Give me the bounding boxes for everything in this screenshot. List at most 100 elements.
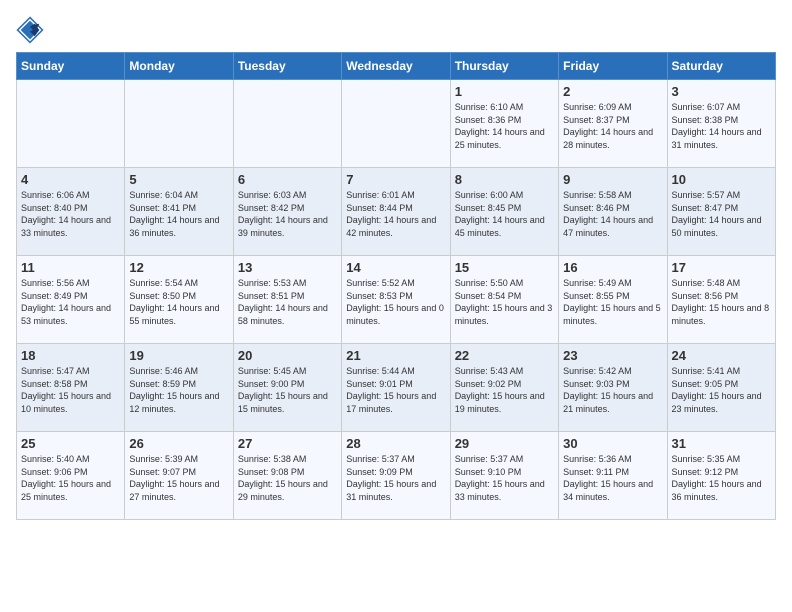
- day-info: Sunrise: 5:57 AM Sunset: 8:47 PM Dayligh…: [672, 189, 771, 239]
- day-info: Sunrise: 5:38 AM Sunset: 9:08 PM Dayligh…: [238, 453, 337, 503]
- day-info: Sunrise: 5:37 AM Sunset: 9:09 PM Dayligh…: [346, 453, 445, 503]
- day-number: 4: [21, 172, 120, 187]
- day-number: 26: [129, 436, 228, 451]
- calendar-cell: 17 Sunrise: 5:48 AM Sunset: 8:56 PM Dayli…: [667, 256, 775, 344]
- calendar-table: SundayMondayTuesdayWednesdayThursdayFrid…: [16, 52, 776, 520]
- day-info: Sunrise: 5:48 AM Sunset: 8:56 PM Dayligh…: [672, 277, 771, 327]
- calendar-container: SundayMondayTuesdayWednesdayThursdayFrid…: [0, 0, 792, 530]
- day-info: Sunrise: 5:39 AM Sunset: 9:07 PM Dayligh…: [129, 453, 228, 503]
- weekday-header-saturday: Saturday: [667, 53, 775, 80]
- weekday-header-wednesday: Wednesday: [342, 53, 450, 80]
- calendar-cell: 1Sunrise: 6:10 AM Sunset: 8:36 PM Daylig…: [450, 80, 558, 168]
- day-info: Sunrise: 5:42 AM Sunset: 9:03 PM Dayligh…: [563, 365, 662, 415]
- day-info: Sunrise: 5:47 AM Sunset: 8:58 PM Dayligh…: [21, 365, 120, 415]
- calendar-cell: 8 Sunrise: 6:00 AM Sunset: 8:45 PM Daylig…: [450, 168, 558, 256]
- calendar-cell: [125, 80, 233, 168]
- weekday-header-friday: Friday: [559, 53, 667, 80]
- weekday-row: SundayMondayTuesdayWednesdayThursdayFrid…: [17, 53, 776, 80]
- day-info: Sunrise: 5:37 AM Sunset: 9:10 PM Dayligh…: [455, 453, 554, 503]
- calendar-cell: 10 Sunrise: 5:57 AM Sunset: 8:47 PM Dayli…: [667, 168, 775, 256]
- calendar-cell: 27 Sunrise: 5:38 AM Sunset: 9:08 PM Dayli…: [233, 432, 341, 520]
- day-info: Sunrise: 5:46 AM Sunset: 8:59 PM Dayligh…: [129, 365, 228, 415]
- day-number: 7: [346, 172, 445, 187]
- calendar-cell: 31Sunrise: 5:35 AM Sunset: 9:12 PM Dayli…: [667, 432, 775, 520]
- day-number: 25: [21, 436, 120, 451]
- calendar-cell: 11 Sunrise: 5:56 AM Sunset: 8:49 PM Dayli…: [17, 256, 125, 344]
- day-number: 18: [21, 348, 120, 363]
- day-number: 29: [455, 436, 554, 451]
- day-number: 9: [563, 172, 662, 187]
- day-number: 28: [346, 436, 445, 451]
- day-info: Sunrise: 6:10 AM Sunset: 8:36 PM Dayligh…: [455, 101, 554, 151]
- calendar-cell: 30Sunrise: 5:36 AM Sunset: 9:11 PM Dayli…: [559, 432, 667, 520]
- day-number: 10: [672, 172, 771, 187]
- calendar-week-1: 1Sunrise: 6:10 AM Sunset: 8:36 PM Daylig…: [17, 80, 776, 168]
- day-info: Sunrise: 5:56 AM Sunset: 8:49 PM Dayligh…: [21, 277, 120, 327]
- calendar-week-2: 4 Sunrise: 6:06 AM Sunset: 8:40 PM Daylig…: [17, 168, 776, 256]
- day-number: 2: [563, 84, 662, 99]
- calendar-body: 1Sunrise: 6:10 AM Sunset: 8:36 PM Daylig…: [17, 80, 776, 520]
- calendar-cell: 12Sunrise: 5:54 AM Sunset: 8:50 PM Dayli…: [125, 256, 233, 344]
- day-info: Sunrise: 5:40 AM Sunset: 9:06 PM Dayligh…: [21, 453, 120, 503]
- day-number: 5: [129, 172, 228, 187]
- calendar-cell: 24Sunrise: 5:41 AM Sunset: 9:05 PM Dayli…: [667, 344, 775, 432]
- weekday-header-monday: Monday: [125, 53, 233, 80]
- calendar-cell: 23Sunrise: 5:42 AM Sunset: 9:03 PM Dayli…: [559, 344, 667, 432]
- calendar-cell: [17, 80, 125, 168]
- calendar-cell: 28 Sunrise: 5:37 AM Sunset: 9:09 PM Dayli…: [342, 432, 450, 520]
- calendar-cell: 19 Sunrise: 5:46 AM Sunset: 8:59 PM Dayli…: [125, 344, 233, 432]
- day-number: 3: [672, 84, 771, 99]
- calendar-cell: 20Sunrise: 5:45 AM Sunset: 9:00 PM Dayli…: [233, 344, 341, 432]
- day-number: 30: [563, 436, 662, 451]
- day-info: Sunrise: 5:52 AM Sunset: 8:53 PM Dayligh…: [346, 277, 445, 327]
- day-info: Sunrise: 6:06 AM Sunset: 8:40 PM Dayligh…: [21, 189, 120, 239]
- calendar-cell: 26 Sunrise: 5:39 AM Sunset: 9:07 PM Dayli…: [125, 432, 233, 520]
- calendar-cell: 29 Sunrise: 5:37 AM Sunset: 9:10 PM Dayli…: [450, 432, 558, 520]
- day-number: 14: [346, 260, 445, 275]
- calendar-cell: [342, 80, 450, 168]
- calendar-cell: 3 Sunrise: 6:07 AM Sunset: 8:38 PM Daylig…: [667, 80, 775, 168]
- day-info: Sunrise: 5:53 AM Sunset: 8:51 PM Dayligh…: [238, 277, 337, 327]
- day-info: Sunrise: 5:49 AM Sunset: 8:55 PM Dayligh…: [563, 277, 662, 327]
- calendar-cell: 6 Sunrise: 6:03 AM Sunset: 8:42 PM Daylig…: [233, 168, 341, 256]
- calendar-cell: [233, 80, 341, 168]
- weekday-header-sunday: Sunday: [17, 53, 125, 80]
- day-info: Sunrise: 6:01 AM Sunset: 8:44 PM Dayligh…: [346, 189, 445, 239]
- calendar-cell: 7 Sunrise: 6:01 AM Sunset: 8:44 PM Daylig…: [342, 168, 450, 256]
- calendar-week-4: 18 Sunrise: 5:47 AM Sunset: 8:58 PM Dayli…: [17, 344, 776, 432]
- day-number: 24: [672, 348, 771, 363]
- calendar-cell: 4 Sunrise: 6:06 AM Sunset: 8:40 PM Daylig…: [17, 168, 125, 256]
- day-number: 11: [21, 260, 120, 275]
- day-number: 12: [129, 260, 228, 275]
- calendar-cell: 14 Sunrise: 5:52 AM Sunset: 8:53 PM Dayli…: [342, 256, 450, 344]
- logo: [16, 16, 48, 44]
- day-info: Sunrise: 6:04 AM Sunset: 8:41 PM Dayligh…: [129, 189, 228, 239]
- day-number: 22: [455, 348, 554, 363]
- day-info: Sunrise: 6:00 AM Sunset: 8:45 PM Dayligh…: [455, 189, 554, 239]
- header: [16, 16, 776, 44]
- calendar-cell: 18 Sunrise: 5:47 AM Sunset: 8:58 PM Dayli…: [17, 344, 125, 432]
- day-number: 15: [455, 260, 554, 275]
- calendar-cell: 22 Sunrise: 5:43 AM Sunset: 9:02 PM Dayli…: [450, 344, 558, 432]
- day-number: 16: [563, 260, 662, 275]
- day-number: 8: [455, 172, 554, 187]
- logo-icon: [16, 16, 44, 44]
- day-info: Sunrise: 5:50 AM Sunset: 8:54 PM Dayligh…: [455, 277, 554, 327]
- day-info: Sunrise: 5:58 AM Sunset: 8:46 PM Dayligh…: [563, 189, 662, 239]
- day-info: Sunrise: 5:45 AM Sunset: 9:00 PM Dayligh…: [238, 365, 337, 415]
- day-number: 6: [238, 172, 337, 187]
- day-number: 17: [672, 260, 771, 275]
- day-info: Sunrise: 5:35 AM Sunset: 9:12 PM Dayligh…: [672, 453, 771, 503]
- calendar-cell: 25 Sunrise: 5:40 AM Sunset: 9:06 PM Dayli…: [17, 432, 125, 520]
- calendar-cell: 9 Sunrise: 5:58 AM Sunset: 8:46 PM Daylig…: [559, 168, 667, 256]
- day-number: 13: [238, 260, 337, 275]
- weekday-header-thursday: Thursday: [450, 53, 558, 80]
- day-number: 21: [346, 348, 445, 363]
- day-info: Sunrise: 5:43 AM Sunset: 9:02 PM Dayligh…: [455, 365, 554, 415]
- day-number: 27: [238, 436, 337, 451]
- calendar-week-5: 25 Sunrise: 5:40 AM Sunset: 9:06 PM Dayli…: [17, 432, 776, 520]
- day-info: Sunrise: 6:03 AM Sunset: 8:42 PM Dayligh…: [238, 189, 337, 239]
- calendar-header: SundayMondayTuesdayWednesdayThursdayFrid…: [17, 53, 776, 80]
- day-info: Sunrise: 6:07 AM Sunset: 8:38 PM Dayligh…: [672, 101, 771, 151]
- day-number: 19: [129, 348, 228, 363]
